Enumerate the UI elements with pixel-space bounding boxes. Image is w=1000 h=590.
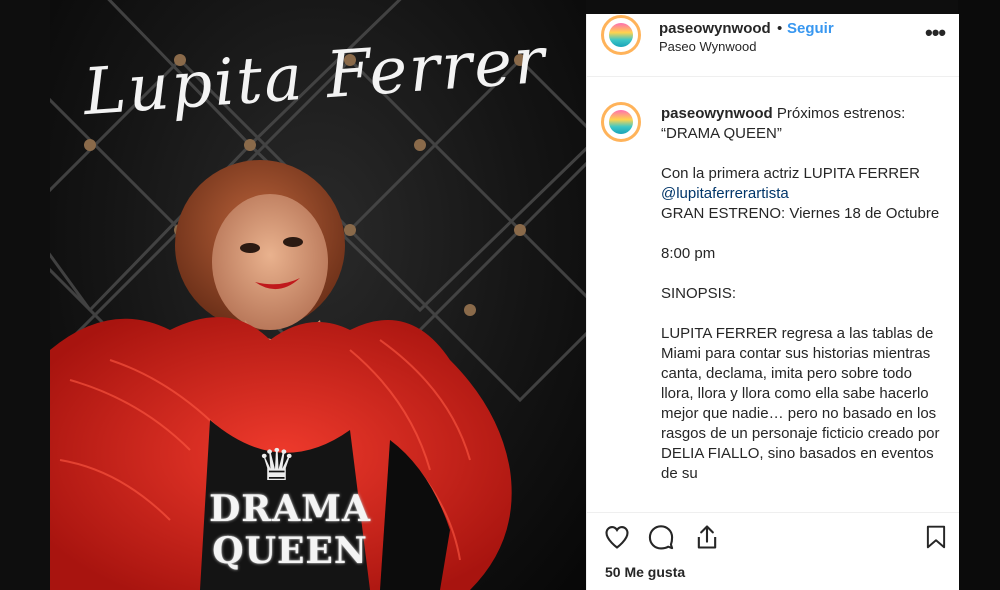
- caption-synopsis: LUPITA FERRER regresa a las tablas de Mi…: [661, 325, 940, 482]
- caption-p2-text: Con la primera actriz LUPITA FERRER: [661, 165, 920, 182]
- separator-dot: •: [777, 20, 783, 37]
- crown-icon: ♛: [257, 441, 297, 490]
- logo-queen: QUEEN: [212, 530, 368, 572]
- more-options-icon[interactable]: •••: [925, 20, 946, 46]
- caption-username[interactable]: paseowynwood: [661, 105, 773, 122]
- share-icon[interactable]: [693, 523, 721, 556]
- caption-synopsis-label: SINOPSIS:: [661, 285, 737, 302]
- caption-line2: “DRAMA QUEEN”: [661, 125, 782, 142]
- mention-link[interactable]: @lupitaferrerartista: [661, 185, 789, 202]
- likes-count[interactable]: 50 Me gusta: [605, 564, 685, 580]
- caption-p2-rest: GRAN ESTRENO: Viernes 18 de Octubre: [661, 205, 940, 222]
- follow-button[interactable]: Seguir: [787, 20, 834, 37]
- heart-icon[interactable]: [603, 523, 631, 556]
- caption-avatar[interactable]: [601, 102, 641, 142]
- action-bar: [587, 512, 959, 563]
- profile-avatar[interactable]: [601, 15, 641, 55]
- right-dark-edge: [958, 0, 1000, 590]
- location-link[interactable]: Paseo Wynwood: [659, 39, 756, 54]
- post-header: paseowynwood • Seguir Paseo Wynwood •••: [587, 14, 959, 77]
- bookmark-icon[interactable]: [923, 523, 949, 556]
- post-side-panel: paseowynwood • Seguir Paseo Wynwood ••• …: [586, 14, 959, 590]
- caption-line1: Próximos estrenos:: [776, 105, 906, 122]
- caption-time: 8:00 pm: [661, 245, 716, 262]
- comment-icon[interactable]: [647, 523, 675, 556]
- logo-drama: DRAMA: [209, 488, 371, 530]
- header-username[interactable]: paseowynwood: [659, 20, 771, 37]
- post-image[interactable]: Lupita Ferrer ♛ DRAMA QUEEN: [50, 0, 586, 590]
- caption-area[interactable]: paseowynwood Próximos estrenos: “DRAMA Q…: [587, 76, 959, 506]
- caption-text: paseowynwood Próximos estrenos: “DRAMA Q…: [661, 104, 941, 504]
